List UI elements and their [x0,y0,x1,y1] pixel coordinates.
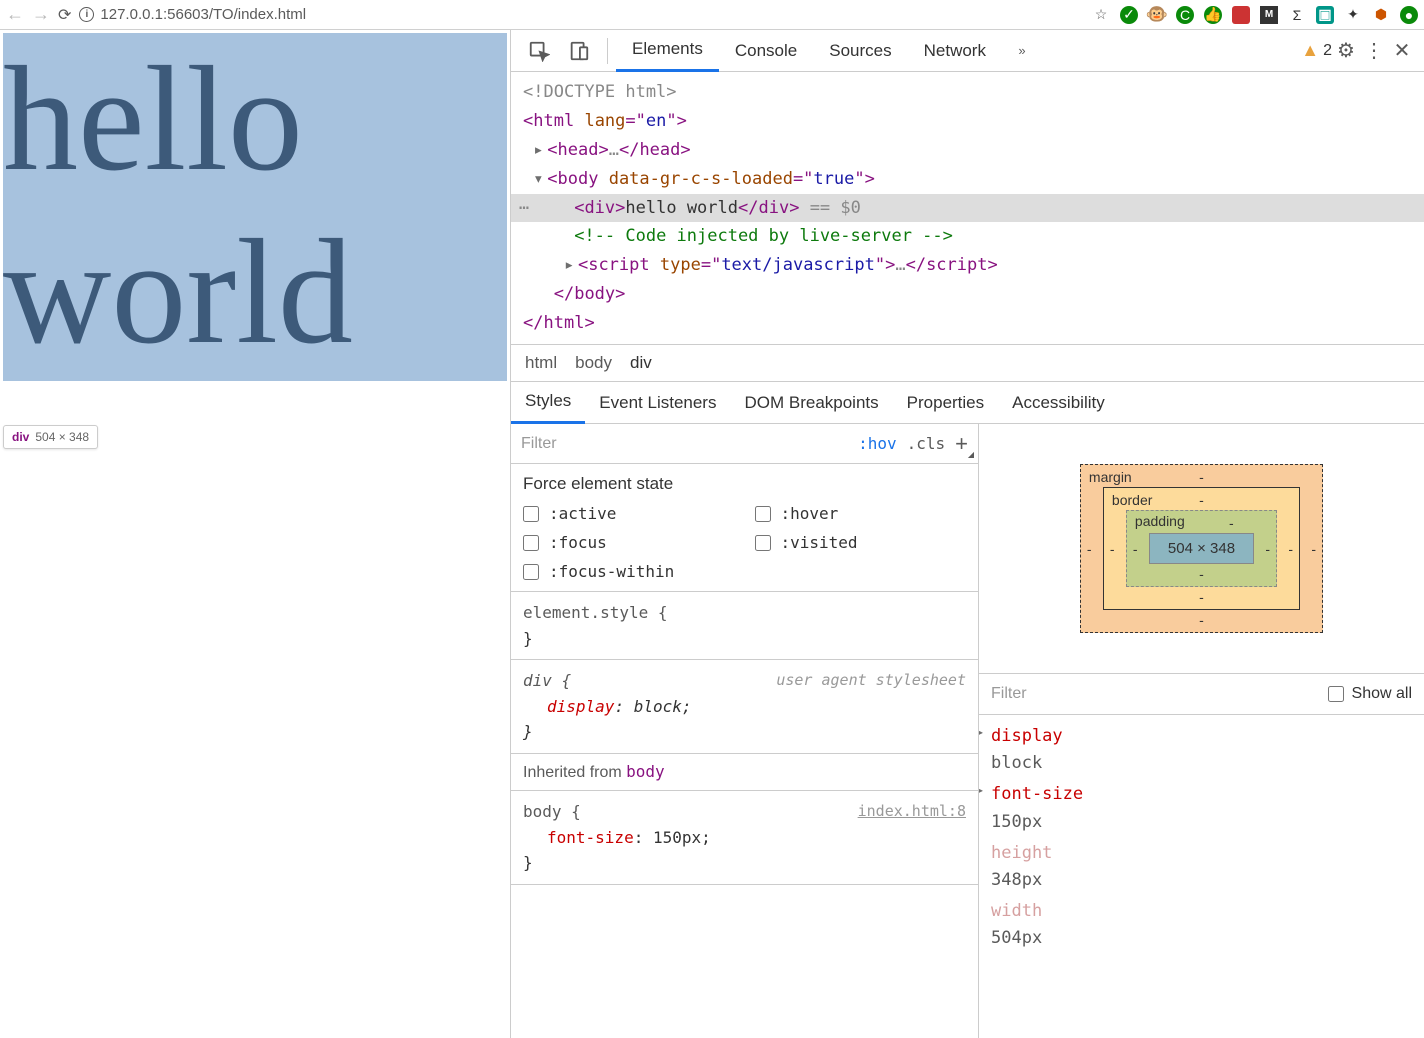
tab-event-listeners[interactable]: Event Listeners [585,382,730,424]
box-model[interactable]: margin ---- border ---- padding ---- 504… [979,424,1424,673]
site-info-icon[interactable]: i [79,7,94,22]
extension-icon[interactable]: Σ [1288,6,1306,24]
extension-icon[interactable] [1232,6,1250,24]
inherited-from-row: Inherited from body [511,754,978,791]
styles-filter-row: :hov .cls +◢ [511,424,978,464]
extension-icon[interactable]: M [1260,6,1278,24]
reload-icon[interactable]: ⟳ [58,5,71,25]
page-div[interactable]: hello world [3,33,507,381]
dom-selected-div[interactable]: ⋯ <div>hello world</div> == $0 [511,194,1424,223]
nav-forward-icon[interactable]: → [32,4,50,25]
bookmark-star-icon[interactable]: ☆ [1092,6,1110,24]
computed-panel: margin ---- border ---- padding ---- 504… [979,424,1424,1038]
dom-breadcrumb: html body div [511,344,1424,382]
device-toggle-icon[interactable] [559,31,599,71]
url-bar[interactable]: i 127.0.0.1:56603/TO/index.html [79,6,306,23]
tab-properties[interactable]: Properties [893,382,998,424]
state-visited[interactable]: :visited [755,533,967,552]
computed-filter-input[interactable] [991,685,1318,703]
close-devtools-icon[interactable]: ✕ [1388,38,1416,63]
nav-back-icon[interactable]: ← [6,4,24,25]
computed-properties: displayblock font-size150px height348px … [979,715,1424,965]
devtools-panel: Elements Console Sources Network » ▲ 2 ⚙… [510,30,1424,1038]
show-all-toggle[interactable]: Show all [1328,685,1412,703]
dom-html-open[interactable]: <html lang="en"> [511,107,1424,136]
styles-tabbar: Styles Event Listeners DOM Breakpoints P… [511,382,1424,424]
extension-icon[interactable]: 👍 [1204,6,1222,24]
bm-margin-label: margin [1089,469,1132,485]
devtools-tabbar: Elements Console Sources Network » ▲ 2 ⚙… [511,30,1424,72]
style-source-link[interactable]: index.html:8 [858,799,966,823]
state-focus[interactable]: :focus [523,533,735,552]
extension-icon[interactable]: ● [1400,6,1418,24]
dom-body-open[interactable]: ▾<body data-gr-c-s-loaded="true"> [511,165,1424,194]
style-source: user agent stylesheet [776,668,966,692]
extensions-puzzle-icon[interactable]: ✦ [1344,6,1362,24]
extension-icon[interactable]: ⬢ [1372,6,1390,24]
element-style-block[interactable]: element.style { } [511,592,978,660]
tab-accessibility[interactable]: Accessibility [998,382,1119,424]
extension-icon[interactable]: C [1176,6,1194,24]
page-viewport: hello world div 504 × 348 [0,30,510,1038]
extension-icons: ☆ ✓ 🐵 C 👍 M Σ ▣ ✦ ⬢ ● [1092,6,1418,24]
dom-script[interactable]: ▸<script type="text/javascript">…</scrip… [511,251,1424,280]
tab-network[interactable]: Network [908,30,1002,72]
computed-filter-row: Show all [979,673,1424,715]
url-text: 127.0.0.1:56603/TO/index.html [100,6,306,23]
tab-styles[interactable]: Styles [511,382,585,424]
dom-comment[interactable]: <!-- Code injected by live-server --> [511,222,1424,251]
cls-toggle[interactable]: .cls [907,434,946,453]
dom-html-close[interactable]: </html> [511,309,1424,338]
tab-sources[interactable]: Sources [813,30,907,72]
div-ua-style-block[interactable]: user agent stylesheet div { display: blo… [511,660,978,754]
styles-filter-input[interactable] [521,435,848,453]
breadcrumb-html[interactable]: html [525,353,557,373]
warnings-badge[interactable]: ▲ 2 [1301,40,1332,61]
tab-dom-breakpoints[interactable]: DOM Breakpoints [730,382,892,424]
inspect-element-icon[interactable] [519,31,559,71]
settings-gear-icon[interactable]: ⚙ [1332,38,1360,63]
element-dimensions-tooltip: div 504 × 348 [3,425,98,449]
dom-doctype[interactable]: <!DOCTYPE html> [511,78,1424,107]
warning-triangle-icon: ▲ [1301,40,1319,61]
body-style-block[interactable]: index.html:8 body { font-size: 150px; } [511,791,978,885]
dom-tree[interactable]: <!DOCTYPE html> <html lang="en"> ▸<head>… [511,72,1424,344]
dom-head[interactable]: ▸<head>…</head> [511,136,1424,165]
browser-toolbar: ← → ⟳ i 127.0.0.1:56603/TO/index.html ☆ … [0,0,1424,30]
more-tabs-icon[interactable]: » [1002,31,1042,71]
extension-icon[interactable]: ▣ [1316,6,1334,24]
tooltip-tag: div [12,430,29,444]
tab-elements[interactable]: Elements [616,30,719,72]
new-style-rule-icon[interactable]: +◢ [955,431,968,457]
menu-kebab-icon[interactable]: ⋮ [1360,38,1388,63]
state-focus-within[interactable]: :focus-within [523,562,735,581]
bm-border-label: border [1112,492,1152,508]
computed-row[interactable]: width504px [991,898,1412,952]
computed-row[interactable]: displayblock [991,723,1412,777]
bm-padding-label: padding [1135,513,1185,529]
extension-icon[interactable]: 🐵 [1148,6,1166,24]
tooltip-dims: 504 × 348 [35,430,89,444]
extension-icon[interactable]: ✓ [1120,6,1138,24]
breadcrumb-body[interactable]: body [575,353,612,373]
force-state-title: Force element state [523,474,966,494]
tab-console[interactable]: Console [719,30,813,72]
force-element-state: Force element state :active :hover :focu… [511,464,978,592]
warning-count: 2 [1323,42,1332,60]
styles-panel: :hov .cls +◢ Force element state :active… [511,424,979,1038]
dom-body-close[interactable]: </body> [511,280,1424,309]
hov-toggle[interactable]: :hov [858,434,897,453]
computed-row[interactable]: height348px [991,840,1412,894]
breadcrumb-div[interactable]: div [630,353,652,373]
state-active[interactable]: :active [523,504,735,523]
bm-content-dims: 504 × 348 [1149,533,1254,564]
computed-row[interactable]: font-size150px [991,781,1412,835]
state-hover[interactable]: :hover [755,504,967,523]
